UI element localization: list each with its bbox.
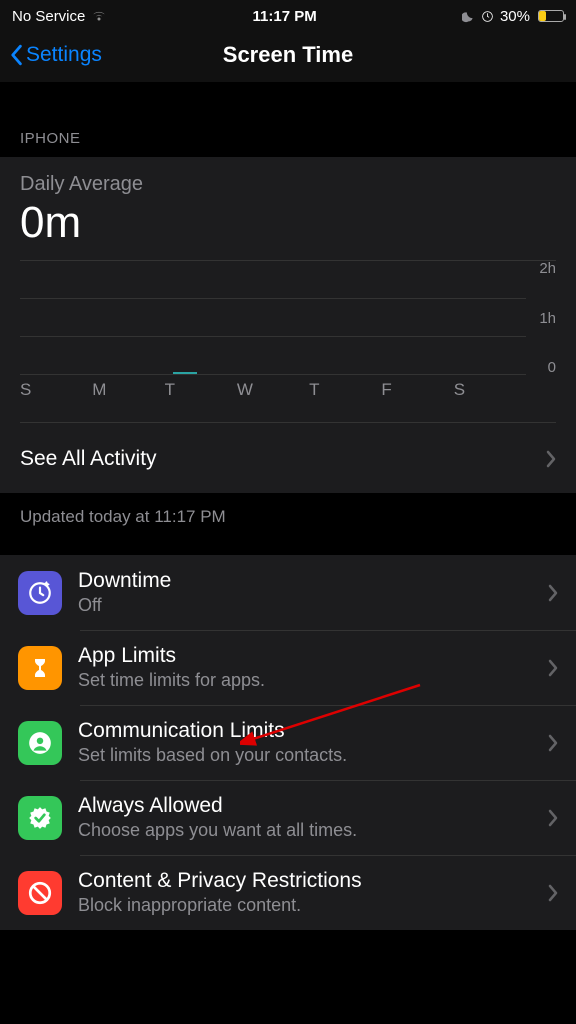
- row-title: Content & Privacy Restrictions: [78, 869, 532, 893]
- chevron-right-icon: [546, 450, 556, 468]
- row-title: App Limits: [78, 644, 532, 668]
- battery-icon: [538, 10, 564, 22]
- battery-percent: 30%: [500, 8, 530, 25]
- ylabel-2h: 2h: [539, 260, 556, 277]
- row-title: Always Allowed: [78, 794, 532, 818]
- row-content-privacy[interactable]: Content & Privacy Restrictions Block ina…: [0, 855, 576, 930]
- usage-card: Daily Average 0m 2h 1h 0 S M T W T F S S…: [0, 157, 576, 493]
- row-communication-limits[interactable]: Communication Limits Set limits based on…: [0, 705, 576, 780]
- orientation-lock-icon: [481, 10, 494, 23]
- check-badge-icon: [18, 796, 62, 840]
- row-subtitle: Block inappropriate content.: [78, 895, 532, 916]
- chevron-right-icon: [548, 584, 558, 602]
- section-header-iphone: IPHONE: [0, 82, 576, 157]
- chart-y-labels: 2h 1h 0: [539, 260, 556, 376]
- row-subtitle: Choose apps you want at all times.: [78, 820, 532, 841]
- see-all-activity-label: See All Activity: [20, 447, 157, 471]
- ylabel-1h: 1h: [539, 310, 556, 327]
- last-updated-text: Updated today at 11:17 PM: [0, 493, 576, 555]
- row-app-limits[interactable]: App Limits Set time limits for apps.: [0, 630, 576, 705]
- day-sat: S: [454, 380, 526, 400]
- moon-icon: [462, 10, 475, 23]
- nosign-icon: [18, 871, 62, 915]
- day-thu: T: [309, 380, 381, 400]
- chevron-left-icon: [8, 44, 24, 66]
- contact-icon: [18, 721, 62, 765]
- chevron-right-icon: [548, 659, 558, 677]
- row-subtitle: Set time limits for apps.: [78, 670, 532, 691]
- row-subtitle: Set limits based on your contacts.: [78, 745, 532, 766]
- chevron-right-icon: [548, 734, 558, 752]
- status-time: 11:17 PM: [253, 8, 317, 25]
- row-always-allowed[interactable]: Always Allowed Choose apps you want at a…: [0, 780, 576, 855]
- chart-bar-tuesday: [173, 372, 197, 374]
- back-label: Settings: [26, 43, 102, 67]
- chevron-right-icon: [548, 884, 558, 902]
- row-downtime[interactable]: Downtime Off: [0, 555, 576, 630]
- daily-average-label: Daily Average: [20, 173, 556, 196]
- hourglass-icon: [18, 646, 62, 690]
- see-all-activity-row[interactable]: See All Activity: [20, 422, 556, 493]
- ylabel-0: 0: [539, 359, 556, 376]
- settings-list: Downtime Off App Limits Set time limits …: [0, 555, 576, 930]
- day-fri: F: [381, 380, 453, 400]
- row-subtitle: Off: [78, 595, 532, 616]
- nav-bar: Settings Screen Time: [0, 28, 576, 82]
- clock-sleep-icon: [18, 571, 62, 615]
- back-button[interactable]: Settings: [8, 43, 102, 67]
- wifi-icon: [91, 10, 107, 22]
- chart-grid: [20, 260, 556, 374]
- status-bar: No Service 11:17 PM 30%: [0, 0, 576, 28]
- chevron-right-icon: [548, 809, 558, 827]
- row-title: Downtime: [78, 569, 532, 593]
- daily-average-value: 0m: [20, 198, 556, 248]
- usage-chart: 2h 1h 0 S M T W T F S: [20, 260, 556, 400]
- day-mon: M: [92, 380, 164, 400]
- day-wed: W: [237, 380, 309, 400]
- day-tue: T: [165, 380, 237, 400]
- day-sun: S: [20, 380, 92, 400]
- row-title: Communication Limits: [78, 719, 532, 743]
- carrier-text: No Service: [12, 8, 85, 25]
- chart-x-labels: S M T W T F S: [20, 380, 526, 400]
